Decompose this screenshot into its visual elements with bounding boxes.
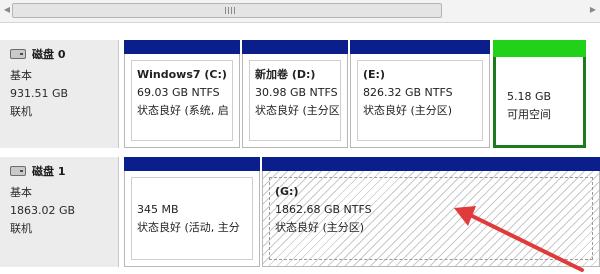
disk-row-0: 磁盘 0 基本 931.51 GB 联机 Windows7 (C:) 69.03… <box>0 40 600 148</box>
disk-icon <box>10 49 26 59</box>
partition-status: 状态良好 (主分区) <box>363 104 453 117</box>
partition-size: 30.98 GB NTFS <box>255 86 338 99</box>
free-space-color-bar <box>493 40 586 57</box>
partition-system-reserved[interactable]: 345 MB 状态良好 (活动, 主分 <box>124 157 260 267</box>
partition-color-bar <box>124 157 260 171</box>
partition-title: (E:) <box>363 68 385 81</box>
disk-info-panel[interactable]: 磁盘 0 基本 931.51 GB 联机 <box>0 40 119 148</box>
disk-status: 联机 <box>10 105 32 118</box>
partition-color-bar <box>242 40 348 54</box>
scrollbar-thumb[interactable] <box>12 3 442 18</box>
partition-color-bar <box>350 40 490 54</box>
disk-status: 联机 <box>10 222 32 235</box>
partition-d[interactable]: 新加卷 (D:) 30.98 GB NTFS 状态良好 (主分区) <box>242 40 348 148</box>
partition-status: 状态良好 (主分区) <box>255 104 341 117</box>
disk-size: 1863.02 GB <box>10 204 76 217</box>
disk-name: 磁盘 0 <box>32 48 66 61</box>
partition-title: 新加卷 (D:) <box>255 68 316 81</box>
partition-size: 826.32 GB NTFS <box>363 86 453 99</box>
partition-title <box>137 183 252 201</box>
partition-color-bar <box>262 157 600 171</box>
disk-name: 磁盘 1 <box>32 165 66 178</box>
disk-type: 基本 <box>10 69 32 82</box>
horizontal-scrollbar[interactable]: ◀ ▶ <box>0 0 600 23</box>
partition-title <box>507 70 577 88</box>
disk-icon <box>10 166 26 176</box>
partition-c[interactable]: Windows7 (C:) 69.03 GB NTFS 状态良好 (系统, 启 <box>124 40 240 148</box>
partition-size: 69.03 GB NTFS <box>137 86 220 99</box>
partition-size: 5.18 GB <box>507 90 552 103</box>
partition-status: 可用空间 <box>507 108 551 121</box>
partition-title: (G:) <box>275 185 299 198</box>
partition-status: 状态良好 (活动, 主分 <box>137 221 240 234</box>
red-annotation-arrow <box>454 206 584 272</box>
partition-title: Windows7 (C:) <box>137 68 227 81</box>
partition-status: 状态良好 (系统, 启 <box>137 104 229 117</box>
disk-size: 931.51 GB <box>10 87 69 100</box>
partition-size: 345 MB <box>137 203 179 216</box>
partition-color-bar <box>124 40 240 54</box>
partition-unallocated[interactable]: 5.18 GB 可用空间 <box>493 40 586 148</box>
disk-type: 基本 <box>10 186 32 199</box>
partition-e[interactable]: (E:) 826.32 GB NTFS 状态良好 (主分区) <box>350 40 490 148</box>
scrollbar-grip-icon <box>225 7 235 14</box>
scroll-right-arrow-icon[interactable]: ▶ <box>587 4 599 16</box>
disk-info-panel[interactable]: 磁盘 1 基本 1863.02 GB 联机 <box>0 157 119 267</box>
